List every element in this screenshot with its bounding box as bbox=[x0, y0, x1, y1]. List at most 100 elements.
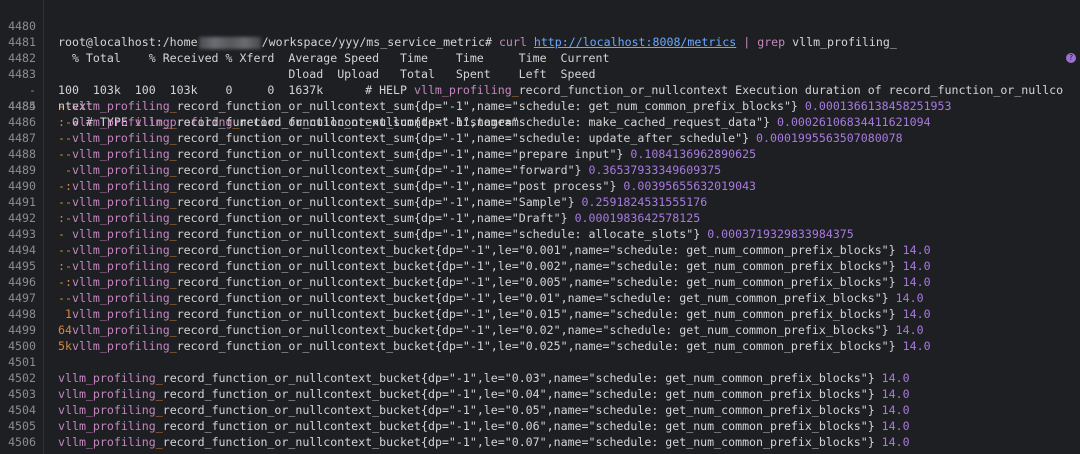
metric-prefix: vllm_profiling bbox=[71, 163, 170, 177]
command-grep: grep bbox=[757, 35, 786, 49]
metric-text: --vllm_profiling_record_function_or_null… bbox=[58, 146, 756, 162]
metric-text: :-vllm_profiling_record_function_or_null… bbox=[58, 258, 931, 274]
metric-text: :-vllm_profiling_record_function_or_null… bbox=[58, 210, 700, 226]
metric-sep: _ bbox=[169, 211, 177, 225]
metric-value: 14.0 bbox=[895, 323, 924, 337]
metric-name: record_function_or_nullcontext_sum bbox=[176, 211, 415, 225]
metric-sep: _ bbox=[169, 147, 177, 161]
curl-residue: -: bbox=[58, 275, 72, 289]
metric-name: record_function_or_nullcontext_sum bbox=[176, 163, 415, 177]
metric-text: --vllm_profiling_record_function_or_null… bbox=[58, 194, 707, 210]
metric-value: 14.0 bbox=[902, 339, 931, 353]
line-number: 4502 bbox=[8, 371, 36, 385]
metric-prefix: vllm_profiling bbox=[71, 323, 170, 337]
metric-labels: {dp="-1",le="0.01",name="schedule: get_n… bbox=[434, 291, 889, 305]
gutter-separator bbox=[43, 0, 44, 454]
metric-text: :-vllm_profiling_record_function_or_null… bbox=[58, 114, 931, 130]
line-number: 4505 bbox=[8, 419, 36, 433]
metric-name: record_function_or_nullcontext_bucket bbox=[176, 291, 435, 305]
metric-value: 0.0003719329833984375 bbox=[707, 227, 854, 241]
metric-name: record_function_or_nullcontext_bucket bbox=[176, 339, 435, 353]
metric-prefix: vllm_profiling bbox=[71, 339, 170, 353]
metric-sep: _ bbox=[155, 419, 163, 433]
metric-value: 14.0 bbox=[881, 403, 910, 417]
line-number: 4496 bbox=[8, 275, 36, 289]
metric-sep: _ bbox=[155, 403, 163, 417]
metric-name: record_function_or_nullcontext_sum bbox=[176, 179, 415, 193]
metric-sep: _ bbox=[511, 83, 519, 97]
curl-residue: :- bbox=[58, 259, 72, 273]
metric-value: 0.0001995563507080078 bbox=[756, 131, 903, 145]
metric-value: 14.0 bbox=[881, 435, 910, 449]
metric-value: 0.00026106834411621094 bbox=[776, 115, 931, 129]
metric-value: 14.0 bbox=[881, 387, 910, 401]
metric-name: record_function_or_nullcontext_bucket bbox=[176, 243, 435, 257]
metric-prefix: vllm_profiling bbox=[71, 211, 170, 225]
terminal-window[interactable]: 4480 root@localhost:/home/workspace/yyy/… bbox=[0, 0, 1080, 454]
curl-residue: 64 bbox=[58, 323, 72, 337]
metric-value: 0.0001983642578125 bbox=[574, 211, 701, 225]
curl-residue: 5k bbox=[58, 339, 72, 353]
metric-value: 14.0 bbox=[902, 243, 931, 257]
metric-prefix: vllm_profiling bbox=[71, 307, 170, 321]
metric-value: 0.00395655632019043 bbox=[623, 179, 757, 193]
metric-name: record_function_or_nullcontext_bucket bbox=[176, 307, 435, 321]
metric-value: 14.0 bbox=[895, 291, 924, 305]
metric-sep: _ bbox=[169, 227, 177, 241]
metric-prefix: vllm_profiling bbox=[71, 131, 170, 145]
metric-value: 14.0 bbox=[881, 419, 910, 433]
metric-name: record_function_or_nullcontext_bucket bbox=[162, 371, 421, 385]
metric-prefix: vllm_profiling bbox=[413, 83, 512, 97]
curl-residue: -- bbox=[58, 195, 72, 209]
curl-residue: -- bbox=[58, 291, 72, 305]
metric-text: vllm_profiling_record_function_or_nullco… bbox=[58, 434, 910, 450]
metric-prefix: vllm_profiling bbox=[71, 227, 170, 241]
metric-sep: _ bbox=[169, 307, 177, 321]
curl-residue: - bbox=[58, 227, 72, 241]
metrics-url-link[interactable]: http://localhost:8008/metrics bbox=[534, 35, 736, 49]
metric-prefix: vllm_profiling bbox=[71, 147, 170, 161]
line-number: 4489 bbox=[8, 163, 36, 177]
metric-name: record_function_or_nullcontext_bucket bbox=[162, 403, 421, 417]
metric-text: --vllm_profiling_record_function_or_null… bbox=[58, 242, 931, 258]
metric-name: record_function_or_nullcontext_sum bbox=[176, 131, 415, 145]
metric-prefix: vllm_profiling bbox=[71, 275, 170, 289]
metric-prefix: vllm_profiling bbox=[71, 243, 170, 257]
metric-labels: {dp="-1",name="Sample"} bbox=[414, 195, 575, 209]
line-number: 4488 bbox=[8, 147, 36, 161]
metric-text: vllm_profiling_record_function_or_nullco… bbox=[58, 370, 910, 386]
metric-prefix: vllm_profiling bbox=[71, 195, 170, 209]
metric-text: --vllm_profiling_record_function_or_null… bbox=[58, 290, 924, 306]
metric-prefix: vllm_profiling bbox=[58, 435, 156, 449]
pipe-symbol: | bbox=[743, 35, 751, 49]
metric-text: -:vllm_profiling_record_function_or_null… bbox=[58, 178, 756, 194]
line-number: 4500 bbox=[8, 339, 36, 353]
curl-residue: 1 bbox=[58, 307, 72, 321]
line-number: 4491 bbox=[8, 195, 36, 209]
metric-sep: _ bbox=[169, 179, 177, 193]
line-number: 4504 bbox=[8, 403, 36, 417]
metric-sep: _ bbox=[169, 259, 177, 273]
metric-value: 0.1084136962890625 bbox=[630, 147, 757, 161]
metric-sep: _ bbox=[169, 115, 177, 129]
metric-sep: _ bbox=[169, 243, 177, 257]
terminal-line: 4484 0 # TYPE vllm_profiling_record_func… bbox=[0, 82, 519, 129]
metric-sep: _ bbox=[169, 99, 177, 113]
metric-prefix: vllm_profiling bbox=[58, 371, 156, 385]
curl-progress: 100 103k 100 103k 0 0 1637k # HELP bbox=[58, 83, 414, 97]
metric-labels: {dp="-1",le="0.005",name="schedule: get_… bbox=[434, 275, 896, 289]
metric-labels: {dp="-1",name="prepare input"} bbox=[414, 147, 624, 161]
metric-value: 0.2591824531555176 bbox=[581, 195, 708, 209]
metric-labels: {dp="-1",le="0.002",name="schedule: get_… bbox=[434, 259, 896, 273]
metric-sep: _ bbox=[169, 275, 177, 289]
prompt-user-host: root@localhost: bbox=[58, 35, 163, 49]
wrap-indicator-icon: ? bbox=[1066, 53, 1076, 63]
line-number: 4490 bbox=[8, 179, 36, 193]
help-text: record_function_or_nullcontext Execution… bbox=[518, 83, 1064, 97]
metric-sep: _ bbox=[169, 323, 177, 337]
line-number: 4499 bbox=[8, 323, 36, 337]
metric-labels: {dp="-1",le="0.001",name="schedule: get_… bbox=[434, 243, 896, 257]
metric-labels: {dp="-1",le="0.015",name="schedule: get_… bbox=[434, 307, 896, 321]
metric-prefix: vllm_profiling bbox=[58, 419, 156, 433]
line-number: 4493 bbox=[8, 227, 36, 241]
